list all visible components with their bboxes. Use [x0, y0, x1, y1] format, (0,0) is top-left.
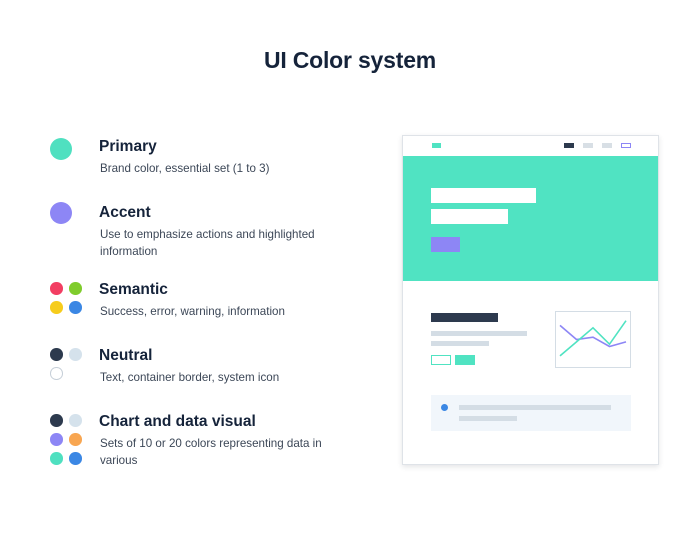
- section-description-accent: Use to emphasize actions and highlighted…: [100, 228, 315, 258]
- accent-color-swatch: [50, 202, 72, 224]
- mockup-nav-button: [621, 143, 631, 148]
- mockup-hero-title-bar: [431, 188, 536, 203]
- mockup-hero-subtitle-bar: [431, 209, 508, 224]
- error-color-swatch: [50, 282, 63, 295]
- chart-color-swatch: [69, 414, 82, 427]
- mockup-nav-item: [602, 143, 612, 148]
- chart-color-swatch: [69, 452, 82, 465]
- primary-section: Primary Brand color, essential set (1 to…: [0, 138, 380, 208]
- section-heading-primary: Primary: [99, 138, 157, 155]
- section-heading-neutral: Neutral: [99, 347, 153, 364]
- chart-color-swatch: [50, 452, 63, 465]
- chart-data-visual-section: Chart and data visual Sets of 10 or 20 c…: [0, 413, 380, 483]
- section-heading-semantic: Semantic: [99, 281, 168, 298]
- mockup-info-dot: [441, 404, 448, 411]
- section-heading-accent: Accent: [99, 204, 151, 221]
- mockup-line-chart: [559, 320, 627, 357]
- mockup-logo: [432, 143, 441, 148]
- mockup-content-heading: [431, 313, 498, 322]
- mockup-card-text-line: [459, 405, 611, 410]
- neutral-light-swatch: [69, 348, 82, 361]
- section-description-neutral: Text, container border, system icon: [100, 371, 280, 384]
- neutral-dark-swatch: [50, 348, 63, 361]
- mockup-outline-button: [431, 355, 451, 365]
- accent-section: Accent Use to emphasize actions and high…: [0, 202, 380, 274]
- warning-color-swatch: [50, 301, 63, 314]
- neutral-section: Neutral Text, container border, system i…: [0, 347, 380, 417]
- chart-color-swatch: [50, 414, 63, 427]
- mockup-chart-line-teal: [559, 320, 627, 357]
- page-title: UI Color system: [263, 47, 437, 73]
- chart-color-swatch: [69, 433, 82, 446]
- mockup-card-text-line: [459, 416, 517, 421]
- mockup-text-line: [431, 331, 527, 336]
- section-heading-chart: Chart and data visual: [99, 413, 256, 430]
- mockup-nav-item: [564, 143, 574, 148]
- ui-mockup: [402, 135, 659, 465]
- semantic-section: Semantic Success, error, warning, inform…: [0, 281, 380, 351]
- neutral-white-swatch: [50, 367, 63, 380]
- primary-color-swatch: [50, 138, 72, 160]
- section-description-primary: Brand color, essential set (1 to 3): [100, 162, 270, 175]
- success-color-swatch: [69, 282, 82, 295]
- mockup-info-card: [431, 395, 631, 431]
- information-color-swatch: [69, 301, 82, 314]
- mockup-hero-cta-button: [431, 237, 460, 252]
- section-description-semantic: Success, error, warning, information: [100, 305, 285, 318]
- chart-color-swatch: [50, 433, 63, 446]
- mockup-chart-frame: [555, 311, 631, 368]
- mockup-text-line: [431, 341, 489, 346]
- mockup-nav-item: [583, 143, 593, 148]
- mockup-solid-button: [455, 355, 475, 365]
- section-description-chart: Sets of 10 or 20 colors representing dat…: [100, 437, 322, 467]
